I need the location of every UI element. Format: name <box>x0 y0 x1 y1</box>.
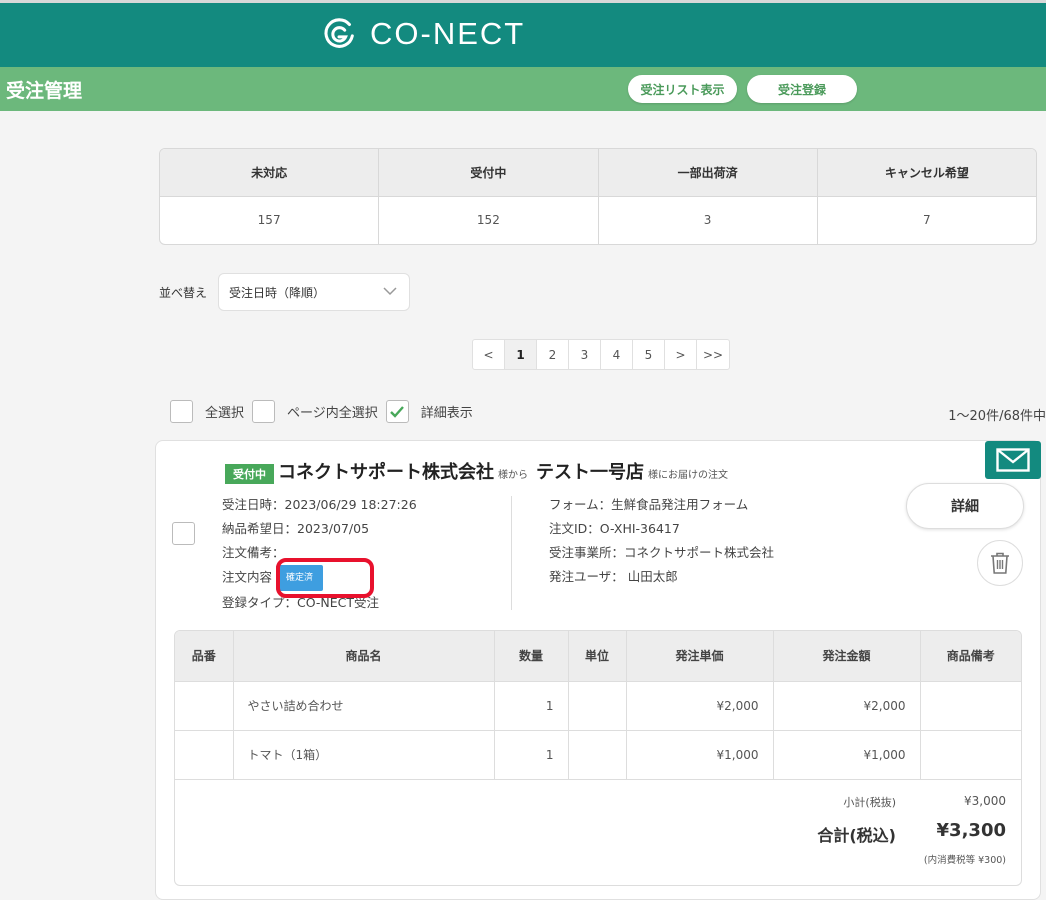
delete-button[interactable] <box>977 540 1023 586</box>
status-count-partial-shipped[interactable]: 3 <box>599 196 818 244</box>
order-to-suffix: 様にお届けの注文 <box>648 470 728 481</box>
top-bar: CO-NECT <box>0 0 1046 67</box>
item-qty: 1 <box>494 681 569 731</box>
subtotal-label: 小計(税抜) <box>843 796 896 809</box>
order-status-badge: 受付中 <box>225 464 274 484</box>
items-col-code: 品番 <box>175 631 234 682</box>
item-unit <box>568 730 627 780</box>
items-col-unit: 単位 <box>568 631 627 682</box>
items-col-name: 商品名 <box>233 631 495 682</box>
sort-select[interactable]: 受注日時（降順） <box>218 273 410 311</box>
sort-label: 並べ替え <box>159 286 208 300</box>
item-code <box>175 730 234 780</box>
status-header-cancel-request: キャンセル希望 <box>884 165 969 180</box>
order-list-button[interactable]: 受注リスト表示 <box>628 75 737 103</box>
item-qty: 1 <box>494 730 569 780</box>
pagination-page-2[interactable]: 2 <box>537 340 569 369</box>
order-register-button[interactable]: 受注登録 <box>747 75 857 103</box>
pagination-last[interactable]: >> <box>697 340 729 369</box>
pagination-prev[interactable]: < <box>473 340 505 369</box>
sort-select-value: 受注日時（降順） <box>229 285 326 300</box>
order-shop: テスト一号店 <box>536 462 644 483</box>
check-icon <box>390 405 405 418</box>
result-count: 1〜20件/68件中 <box>948 409 1046 424</box>
total-value: ¥3,300 <box>936 820 1006 841</box>
status-count-accepting[interactable]: 152 <box>379 196 599 244</box>
highlight-annotation <box>276 558 374 598</box>
item-price: ¥1,000 <box>626 730 774 780</box>
status-header-partial-shipped: 一部出荷済 <box>599 149 818 196</box>
select-page-checkbox[interactable] <box>252 400 276 423</box>
meta-divider <box>511 496 512 610</box>
status-header-unhandled: 未対応 <box>160 149 380 196</box>
order-totals: 小計(税抜) ¥3,000 合計(税込) ¥3,300 (内消費税等 ¥300) <box>174 780 1022 880</box>
item-price: ¥2,000 <box>626 681 774 731</box>
pagination-page-3[interactable]: 3 <box>569 340 601 369</box>
items-col-note: 商品備考 <box>920 631 1021 682</box>
order-office: 受注事業所：コネクトサポート株式会社 <box>549 545 775 560</box>
show-detail-label: 詳細表示 <box>420 406 473 421</box>
status-count-unhandled[interactable]: 157 <box>160 196 380 244</box>
logo-text: CO-NECT <box>370 16 526 51</box>
items-col-amount: 発注金額 <box>773 631 921 682</box>
detail-button[interactable]: 詳細 <box>906 483 1024 529</box>
item-amount: ¥2,000 <box>773 681 921 731</box>
sub-header: 受注管理 受注リスト表示 受注登録 <box>0 67 1046 111</box>
item-note <box>920 681 1021 731</box>
logo[interactable]: CO-NECT <box>320 15 525 53</box>
subtotal-value: ¥3,000 <box>964 794 1006 808</box>
table-row: トマト（1箱） 1 ¥1,000 ¥1,000 <box>175 730 1021 780</box>
pagination-page-5[interactable]: 5 <box>633 340 665 369</box>
order-id: 注文ID：O-XHI-36417 <box>549 521 680 536</box>
pagination: < 1 2 3 4 5 > >> <box>472 339 730 370</box>
delivery-date: 納品希望日：2023/07/05 <box>222 521 370 536</box>
trash-icon <box>991 552 1009 574</box>
status-summary-header: 未対応 受付中 一部出荷済 キャンセル希望 <box>160 149 1036 197</box>
selection-bar: 全選択 ページ内全選択 詳細表示 <box>170 400 481 423</box>
order-content-label: 注文内容 <box>222 569 273 585</box>
status-count-cancel-request[interactable]: 7 <box>818 197 1036 245</box>
status-summary-values: 157 152 3 7 <box>160 196 1036 245</box>
order-from-suffix: 様から <box>498 470 528 481</box>
order-date: 受注日時：2023/06/29 18:27:26 <box>222 497 417 512</box>
status-summary-table: 未対応 受付中 一部出荷済 キャンセル希望 157 152 3 7 <box>159 148 1037 245</box>
item-amount: ¥1,000 <box>773 730 921 780</box>
order-heading: 受付中 コネクトサポート株式会社 様から テスト一号店 様にお届けの注文 <box>225 458 728 484</box>
select-all-label: 全選択 <box>205 406 245 421</box>
pagination-page-4[interactable]: 4 <box>601 340 633 369</box>
item-note <box>920 730 1021 780</box>
order-select-checkbox[interactable] <box>172 522 195 545</box>
order-company: コネクトサポート株式会社 <box>278 462 494 483</box>
mail-button[interactable] <box>985 441 1041 479</box>
items-col-qty: 数量 <box>494 631 569 682</box>
mail-icon <box>996 448 1030 472</box>
show-detail-checkbox[interactable] <box>385 400 409 423</box>
table-row: やさい詰め合わせ 1 ¥2,000 ¥2,000 <box>175 681 1021 731</box>
select-all-checkbox[interactable] <box>170 400 193 423</box>
order-user: 発注ユーザ： 山田太郎 <box>549 569 678 584</box>
chevron-down-icon <box>383 287 397 296</box>
item-unit <box>568 681 627 731</box>
order-meta-right: フォーム：生鮮食品発注用フォーム 注文ID：O-XHI-36417 受注事業所：… <box>549 493 774 589</box>
order-form: フォーム：生鮮食品発注用フォーム <box>549 497 749 512</box>
status-header-accepting: 受付中 <box>379 149 599 196</box>
items-header-row: 品番 商品名 数量 単位 発注単価 発注金額 商品備考 <box>175 631 1021 682</box>
total-label: 合計(税込) <box>817 826 896 845</box>
pagination-page-1[interactable]: 1 <box>505 340 537 369</box>
select-page-label: ページ内全選択 <box>287 406 378 421</box>
page-title: 受注管理 <box>6 80 83 102</box>
item-name: トマト（1箱） <box>233 730 495 780</box>
pagination-next[interactable]: > <box>665 340 697 369</box>
items-col-price: 発注単価 <box>626 631 774 682</box>
item-name: やさい詰め合わせ <box>233 681 495 731</box>
item-code <box>175 681 234 731</box>
tax-note: (内消費税等 ¥300) <box>923 855 1006 866</box>
logo-mark-icon <box>324 18 354 48</box>
